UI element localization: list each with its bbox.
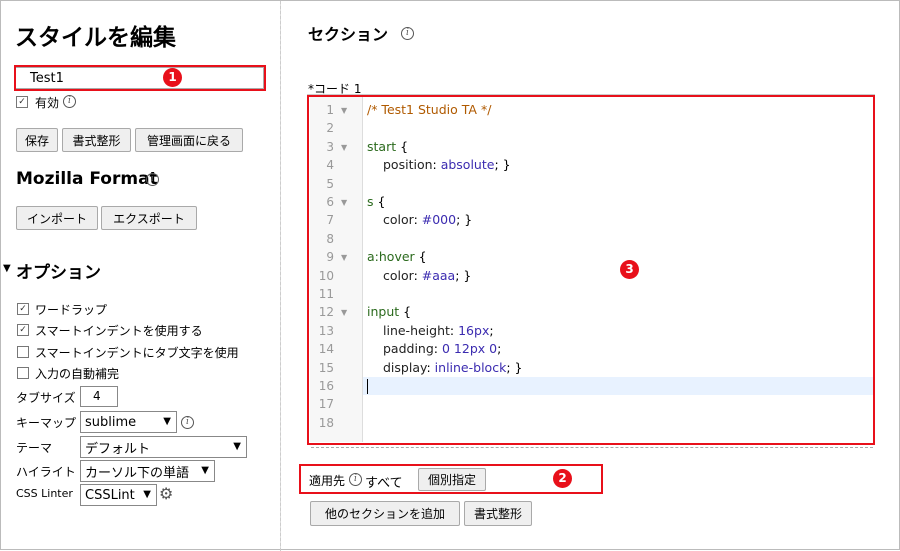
dropdown-arrow-icon: ▼ (233, 441, 241, 452)
collapse-triangle-icon[interactable]: ▼ (3, 263, 11, 274)
badge-1: 1 (163, 68, 182, 87)
autocomplete-checkbox[interactable] (17, 367, 29, 379)
keymap-select[interactable]: sublime ▼ (80, 411, 177, 433)
info-icon[interactable]: i (401, 27, 414, 40)
dropdown-arrow-icon: ▼ (163, 416, 171, 427)
css-linter-value: CSSLint (85, 487, 135, 503)
info-icon[interactable]: i (181, 416, 194, 429)
gear-icon[interactable]: ⚙ (159, 484, 173, 503)
add-section-button[interactable]: 他のセクションを追加 (310, 501, 460, 526)
css-linter-label: CSS Linter (16, 487, 73, 500)
save-button[interactable]: 保存 (16, 128, 58, 152)
back-to-manage-button[interactable]: 管理画面に戻る (135, 128, 243, 152)
dropdown-arrow-icon: ▼ (143, 489, 151, 500)
enabled-label: 有効 (35, 96, 60, 110)
import-button[interactable]: インポート (16, 206, 98, 230)
beautify-button[interactable]: 書式整形 (62, 128, 131, 152)
keymap-value: sublime (85, 414, 137, 430)
highlight-box-3 (307, 95, 875, 445)
export-button[interactable]: エクスポート (101, 206, 197, 230)
enabled-checkbox[interactable]: ✓ (16, 96, 28, 108)
indent-with-tabs-label: スマートインデントにタブ文字を使用 (35, 346, 239, 360)
page-title: スタイルを編集 (15, 25, 176, 51)
keymap-label: キーマップ (16, 416, 77, 430)
section-title: セクション (308, 25, 389, 44)
theme-value: デフォルト (85, 441, 151, 457)
badge-3: 3 (620, 260, 639, 279)
highlight-box-1 (14, 65, 266, 91)
info-icon[interactable]: i (63, 95, 76, 108)
dropdown-arrow-icon: ▼ (201, 465, 209, 476)
highlight-label: ハイライト (16, 465, 76, 479)
editor-resize-handle[interactable] (311, 447, 873, 448)
beautify-button[interactable]: 書式整形 (464, 501, 532, 526)
panel-divider (280, 1, 281, 551)
smart-indent-label: スマートインデントを使用する (35, 324, 203, 338)
autocomplete-label: 入力の自動補完 (35, 367, 120, 381)
tab-size-label: タブサイズ (16, 391, 76, 405)
indent-with-tabs-checkbox[interactable] (17, 346, 29, 358)
theme-label: テーマ (16, 441, 53, 455)
badge-2: 2 (553, 469, 572, 488)
mozilla-format-title: Mozilla Format (16, 169, 158, 189)
theme-select[interactable]: デフォルト ▼ (80, 436, 247, 458)
css-linter-select[interactable]: CSSLint ▼ (80, 484, 157, 506)
smart-indent-checkbox[interactable]: ✓ (17, 324, 29, 336)
word-wrap-checkbox[interactable]: ✓ (17, 303, 29, 315)
info-icon[interactable]: i (146, 173, 159, 186)
highlight-value: カーソル下の単語 (85, 465, 190, 481)
tab-size-input[interactable]: 4 (80, 386, 118, 407)
highlight-select[interactable]: カーソル下の単語 ▼ (80, 460, 215, 482)
options-title: オプション (16, 263, 101, 283)
word-wrap-label: ワードラップ (35, 303, 108, 317)
